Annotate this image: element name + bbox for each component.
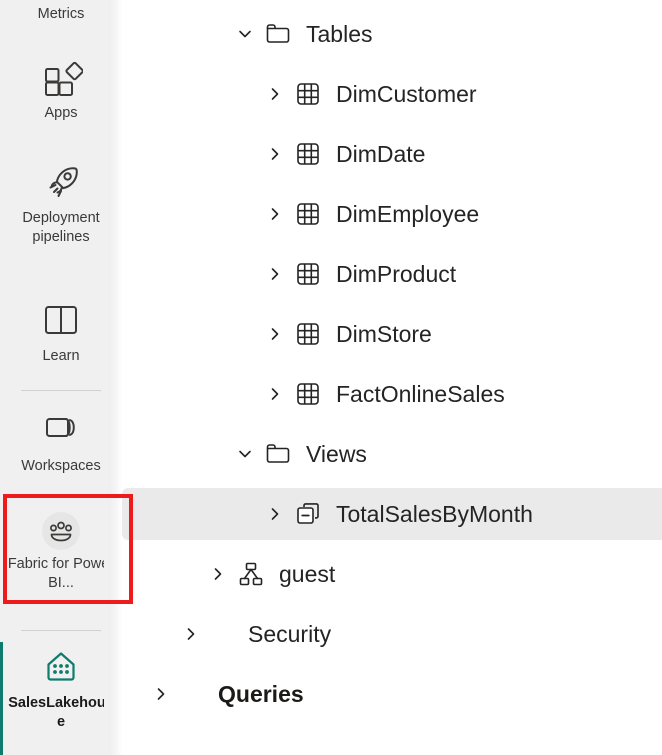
- chevron-right-icon[interactable]: [150, 685, 172, 703]
- tree-row-dimproduct[interactable]: DimProduct: [122, 248, 662, 300]
- tree-row-dimstore-label: DimStore: [336, 321, 432, 347]
- chevron-right-icon[interactable]: [264, 145, 286, 163]
- tree-row-views[interactable]: Views: [122, 428, 662, 480]
- nav-item-workspaces-label: Workspaces: [21, 458, 101, 474]
- tree-row-factonlinesales-label: FactOnlineSales: [336, 381, 505, 407]
- chevron-down-icon[interactable]: [234, 25, 256, 43]
- tree-row-queries[interactable]: Queries: [122, 668, 662, 720]
- nav-item-learn[interactable]: Learn: [0, 298, 122, 366]
- chevron-right-icon[interactable]: [207, 565, 229, 583]
- people-group-icon-background: [42, 512, 80, 550]
- nav-item-workspaces[interactable]: Workspaces: [0, 408, 122, 476]
- tree-row-security[interactable]: Security: [122, 608, 662, 660]
- view-icon: [292, 500, 324, 528]
- nav-item-apps[interactable]: Apps: [0, 55, 122, 123]
- folder-icon: [262, 20, 294, 48]
- folder-icon: [262, 440, 294, 468]
- nav-item-saleslakehouse-label: SalesLakehouse: [8, 695, 114, 730]
- nav-item-deployment-pipelines[interactable]: Deployment pipelines: [0, 160, 122, 247]
- tree-row-guest[interactable]: guest: [122, 548, 662, 600]
- object-explorer-tree: Tables DimCustomer DimDate DimEmployee D…: [122, 0, 662, 755]
- tree-row-tables[interactable]: Tables: [122, 8, 662, 60]
- chevron-right-icon[interactable]: [180, 625, 202, 643]
- nav-item-fabric-for-power-bi[interactable]: Fabric for Power BI...: [0, 512, 122, 593]
- apps-icon: [39, 55, 84, 99]
- fabric-lakehouse-explorer: Metrics Apps Deployment pipelines Learn …: [0, 0, 662, 755]
- chevron-right-icon[interactable]: [264, 265, 286, 283]
- tree-row-views-label: Views: [306, 441, 367, 467]
- nav-divider-1: [21, 390, 101, 391]
- schema-icon: [235, 560, 267, 588]
- nav-item-metrics-label: Metrics: [37, 6, 85, 22]
- nav-item-metrics[interactable]: Metrics: [0, 0, 122, 24]
- left-nav-rail: Metrics Apps Deployment pipelines Learn …: [0, 0, 122, 755]
- chevron-down-icon[interactable]: [234, 445, 256, 463]
- book-icon: [39, 298, 83, 342]
- chevron-right-icon[interactable]: [264, 385, 286, 403]
- table-icon: [292, 320, 324, 348]
- chevron-right-icon[interactable]: [264, 505, 286, 523]
- lakehouse-icon: [39, 645, 83, 689]
- tree-row-dimemployee-label: DimEmployee: [336, 201, 480, 227]
- nav-item-saleslakehouse[interactable]: SalesLakehouse: [0, 645, 122, 732]
- nav-item-learn-label: Learn: [42, 348, 80, 364]
- table-icon: [292, 80, 324, 108]
- tree-row-dimproduct-label: DimProduct: [336, 261, 457, 287]
- table-icon: [292, 260, 324, 288]
- table-icon: [292, 380, 324, 408]
- people-group-icon: [42, 512, 80, 550]
- tree-row-dimstore[interactable]: DimStore: [122, 308, 662, 360]
- tree-row-security-label: Security: [248, 621, 332, 647]
- nav-item-deployment-pipelines-label: Deployment pipelines: [22, 210, 100, 245]
- table-icon: [292, 200, 324, 228]
- rocket-icon: [39, 160, 83, 204]
- tree-row-totalsalesbymonth-label: TotalSalesByMonth: [336, 501, 533, 527]
- tree-row-dimdate-label: DimDate: [336, 141, 426, 167]
- workspaces-icon: [39, 408, 83, 452]
- tree-row-dimcustomer[interactable]: DimCustomer: [122, 68, 662, 120]
- tree-row-dimdate[interactable]: DimDate: [122, 128, 662, 180]
- tree-row-guest-label: guest: [279, 561, 336, 587]
- tree-row-dimcustomer-label: DimCustomer: [336, 81, 477, 107]
- tree-row-factonlinesales[interactable]: FactOnlineSales: [122, 368, 662, 420]
- tree-row-tables-label: Tables: [306, 21, 373, 47]
- tree-row-dimemployee[interactable]: DimEmployee: [122, 188, 662, 240]
- nav-item-fabric-for-power-bi-label: Fabric for Power BI...: [7, 556, 115, 591]
- nav-divider-2: [21, 630, 101, 631]
- chevron-right-icon[interactable]: [264, 325, 286, 343]
- chevron-right-icon[interactable]: [264, 85, 286, 103]
- nav-item-apps-label: Apps: [44, 105, 78, 121]
- chevron-right-icon[interactable]: [264, 205, 286, 223]
- tree-row-totalsalesbymonth[interactable]: TotalSalesByMonth: [122, 488, 662, 540]
- table-icon: [292, 140, 324, 168]
- tree-row-queries-label: Queries: [218, 681, 304, 707]
